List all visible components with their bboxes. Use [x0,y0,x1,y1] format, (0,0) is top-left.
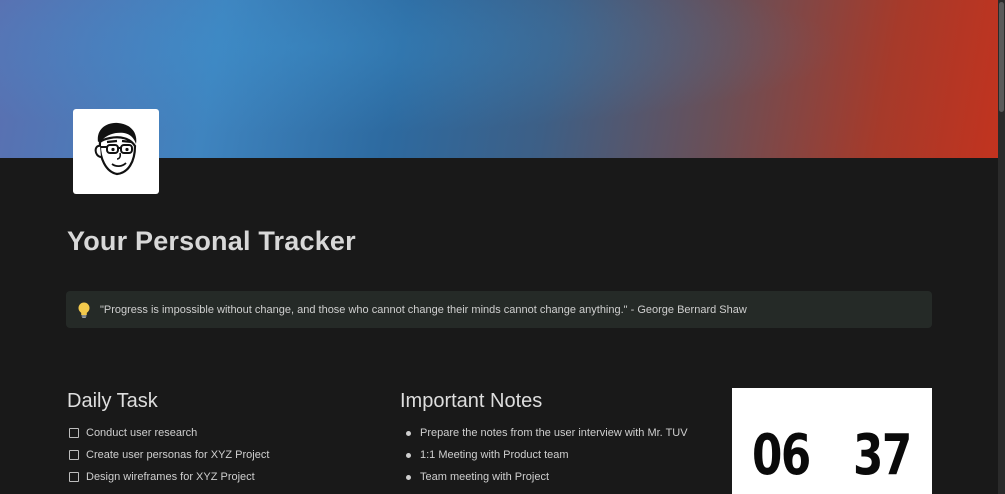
scrollbar-thumb[interactable] [999,2,1004,112]
note-text[interactable]: 1:1 Meeting with Product team [420,449,569,461]
clock-minutes: 37 [853,423,912,488]
bullet-icon [406,430,411,436]
task-checkbox[interactable] [69,472,79,482]
clock-hours: 06 [752,423,811,488]
task-label[interactable]: Conduct user research [86,427,197,439]
important-notes-heading[interactable]: Important Notes [400,390,542,413]
task-label[interactable]: Create user personas for XYZ Project [86,449,269,461]
quote-callout[interactable]: "Progress is impossible without change, … [66,291,932,328]
bullet-icon [406,452,411,458]
task-item: Conduct user research [69,422,269,444]
quote-text: "Progress is impossible without change, … [100,303,747,316]
lightbulb-icon [76,301,92,319]
daily-task-heading[interactable]: Daily Task [67,390,158,413]
clock-widget[interactable]: 06 37 [732,388,932,494]
note-item[interactable]: 1:1 Meeting with Product team [406,444,688,466]
important-notes-list: Prepare the notes from the user intervie… [406,422,688,488]
page-title[interactable]: Your Personal Tracker [67,226,356,257]
task-item: Create user personas for XYZ Project [69,444,269,466]
scrollbar[interactable] [998,0,1005,494]
note-text[interactable]: Prepare the notes from the user intervie… [420,427,688,439]
bullet-icon [406,474,411,480]
task-checkbox[interactable] [69,450,79,460]
task-checkbox[interactable] [69,428,79,438]
page-icon[interactable] [73,109,159,194]
cartoon-face-with-glasses-icon [90,120,142,183]
note-text[interactable]: Team meeting with Project [420,471,549,483]
task-label[interactable]: Design wireframes for XYZ Project [86,471,255,483]
daily-task-list: Conduct user research Create user person… [69,422,269,488]
task-item: Design wireframes for XYZ Project [69,466,269,488]
note-item[interactable]: Team meeting with Project [406,466,688,488]
note-item[interactable]: Prepare the notes from the user intervie… [406,422,688,444]
